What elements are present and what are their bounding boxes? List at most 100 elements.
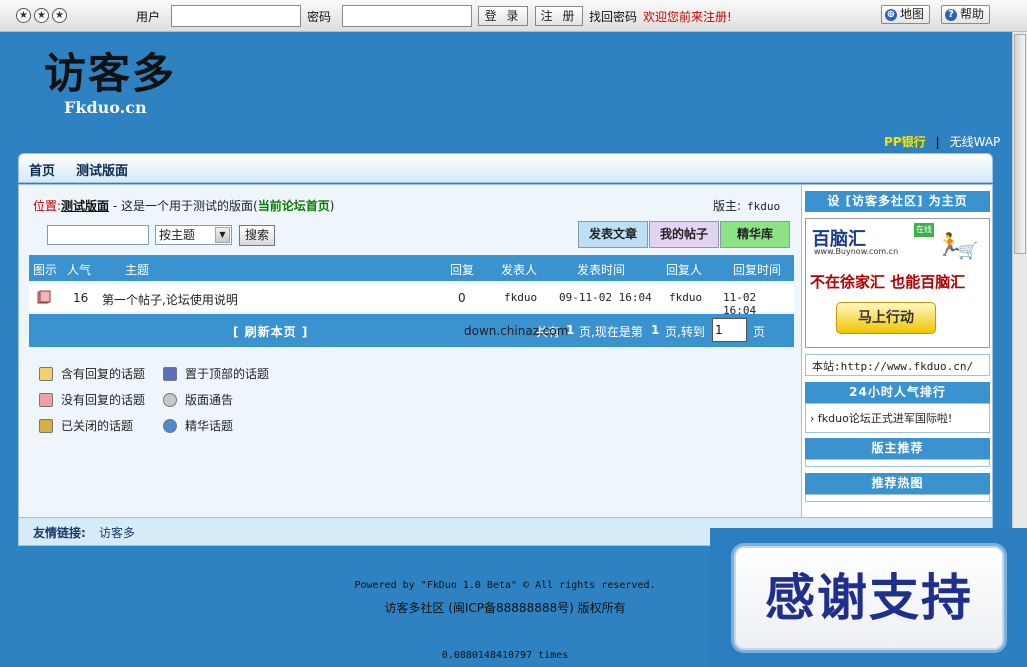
legend-item: 含有回复的话题 <box>39 365 145 382</box>
moderator-label: 版主: <box>713 199 742 213</box>
star-circle-icon[interactable]: ★ <box>16 8 31 23</box>
circle-icon-group: ★ ★ ★ <box>16 8 67 23</box>
user-label: 用户 <box>136 10 161 24</box>
pager-bar: [ 刷新本页 ] 共有 1 页,现在是第 1 页,转到 1 页 <box>29 314 794 347</box>
elite-button[interactable]: 精华库 <box>720 221 790 248</box>
header-replies: 回复 <box>450 263 475 277</box>
register-button[interactable]: 注 册 <box>535 6 583 26</box>
map-button[interactable]: ⊕ 地图 <box>881 5 931 24</box>
header-icon: 图示 <box>33 263 58 277</box>
password-label: 密码 <box>307 10 332 24</box>
main-panel: 位置:测试版面 - 这是一个用于测试的版面(当前论坛首页) 版主: fkduo 按… <box>18 184 993 546</box>
header-topic: 主题 <box>125 263 150 277</box>
friend-link[interactable]: 访客多 <box>99 524 135 541</box>
pager-current-page: 1 <box>651 323 660 337</box>
list-bullet-icon: › <box>810 412 815 425</box>
location-description: - 这是一个用于测试的版面( <box>109 199 258 213</box>
find-password-link[interactable]: 找回密码 <box>589 8 637 25</box>
location-home-link[interactable]: 当前论坛首页 <box>258 199 330 213</box>
username-input[interactable] <box>171 5 301 27</box>
row-post-time: 09-11-02 16:04 <box>559 291 652 304</box>
pinned-topic-icon <box>163 366 177 381</box>
legend-item: 已关闭的话题 <box>39 417 133 434</box>
legend-label: 没有回复的话题 <box>61 393 146 407</box>
site-logo[interactable]: 访客多 <box>44 40 176 101</box>
hot24-item-link[interactable]: fkduo论坛正式进军国际啦! <box>818 412 952 425</box>
search-type-select[interactable]: 按主题 ▼ <box>155 225 232 245</box>
refresh-link[interactable]: [ 刷新本页 ] <box>233 323 308 340</box>
row-author-link[interactable]: fkduo <box>504 291 537 304</box>
page-jump-input[interactable]: 1 <box>712 318 747 342</box>
legend-label: 已关闭的话题 <box>61 419 134 433</box>
location-close: ) <box>329 199 335 213</box>
no-reply-topic-icon <box>39 392 53 407</box>
legend-label: 版面通告 <box>185 393 234 407</box>
welcome-text: 欢迎您前来注册! <box>643 10 732 24</box>
help-button[interactable]: ? 帮助 <box>941 5 991 24</box>
ad-online-tag: 在线 <box>914 223 934 237</box>
hot24-list: › fkduo论坛正式进军国际啦! <box>805 403 990 433</box>
search-input[interactable] <box>47 225 149 245</box>
header-post-time: 发表时间 <box>577 263 626 277</box>
topic-list-area: 位置:测试版面 - 这是一个用于测试的版面(当前论坛首页) 版主: fkduo 按… <box>19 185 802 517</box>
nav-home-link[interactable]: 首页 <box>29 160 55 179</box>
hot24-header: 24小时人气排行 <box>805 382 990 403</box>
scrollbar-thumb[interactable] <box>1014 34 1026 254</box>
legend-label: 精华话题 <box>185 419 234 433</box>
moderator-name-link[interactable]: fkduo <box>747 200 780 213</box>
friend-links-label: 友情链接: <box>33 526 86 540</box>
header-author: 发表人 <box>501 263 538 277</box>
star-circle-icon[interactable]: ★ <box>52 8 67 23</box>
thanks-overlay: 感谢支持 <box>710 528 1027 667</box>
thanks-badge: 感谢支持 <box>734 546 1004 650</box>
login-button[interactable]: 登 录 <box>478 6 528 26</box>
legend-item: 版面通告 <box>163 391 233 408</box>
top-links-separator: | <box>935 135 940 149</box>
watermark-url: down.chinaz.com <box>464 324 569 338</box>
row-replier-link[interactable]: fkduo <box>669 291 702 304</box>
cart-icon: 🛒 <box>958 241 978 260</box>
legend-item: 置于顶部的话题 <box>163 365 269 382</box>
nav-forum-link[interactable]: 测试版面 <box>76 160 128 179</box>
hot-recommend-box <box>805 494 990 502</box>
row-title-link[interactable]: 第一个帖子,论坛使用说明 <box>102 291 238 308</box>
pager-goto-text: 页,转到 <box>665 325 705 339</box>
legend-label: 置于顶部的话题 <box>185 367 270 381</box>
header-reply-time: 回复时间 <box>733 263 782 277</box>
post-article-button[interactable]: 发表文章 <box>578 221 648 248</box>
search-type-value: 按主题 <box>159 228 196 242</box>
elite-topic-icon <box>163 418 177 433</box>
ad-banner[interactable]: 百脑汇 在线 🏃 🛒 www.Buynow.com.cn 不在徐家汇 也能百脑汇… <box>805 218 990 348</box>
mod-recommend-box <box>805 459 990 467</box>
my-posts-button[interactable]: 我的帖子 <box>649 221 719 248</box>
pp-bank-link[interactable]: PP银行 <box>884 135 926 149</box>
wap-link[interactable]: 无线WAP <box>950 135 1001 149</box>
help-button-label: 帮助 <box>960 7 985 21</box>
row-replies: 0 <box>458 291 466 305</box>
location-label: 位置: <box>33 199 62 213</box>
replied-topic-icon <box>39 366 53 381</box>
map-icon: ⊕ <box>885 8 897 21</box>
header-hits: 人气 <box>67 263 92 277</box>
header-replier: 回复人 <box>666 263 703 277</box>
folder-icon <box>37 290 51 307</box>
location-bar: 位置:测试版面 - 这是一个用于测试的版面(当前论坛首页) <box>33 197 334 214</box>
table-row: 16 第一个帖子,论坛使用说明 0 fkduo 09-11-02 16:04 f… <box>29 284 794 317</box>
set-homepage-link[interactable]: 设 [访客多社区] 为主页 <box>805 191 990 212</box>
pager-page-suffix: 页 <box>753 325 766 339</box>
help-icon: ? <box>945 8 957 21</box>
mod-recommend-header: 版主推荐 <box>805 438 990 459</box>
top-toolbar: ★ ★ ★ 用户 密码 登 录 注 册 找回密码 欢迎您前来注册! ⊕ 地图 ?… <box>0 0 1027 32</box>
password-input[interactable] <box>342 5 472 27</box>
map-button-label: 地图 <box>900 7 925 21</box>
search-button[interactable]: 搜索 <box>239 225 275 246</box>
dropdown-arrow-icon[interactable]: ▼ <box>215 227 230 243</box>
breadcrumb-nav: 首页 测试版面 <box>18 153 993 183</box>
ad-action-button[interactable]: 马上行动 <box>836 302 936 334</box>
topic-table-header: 图示 人气 主题 回复 发表人 发表时间 回复人 回复时间 <box>29 255 794 281</box>
star-circle-icon[interactable]: ★ <box>34 8 49 23</box>
lock-icon <box>39 418 53 433</box>
legend-item: 没有回复的话题 <box>39 391 145 408</box>
ad-site: www.Buynow.com.cn <box>814 247 899 256</box>
location-forum-link[interactable]: 测试版面 <box>61 199 109 213</box>
